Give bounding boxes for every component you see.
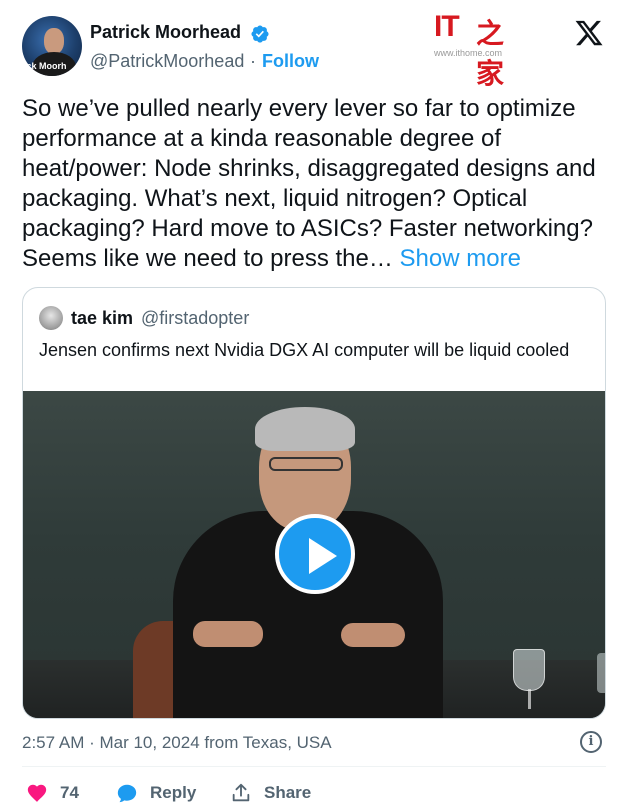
like-count: 74 xyxy=(60,783,79,802)
speaker-hand-left xyxy=(193,621,263,647)
author-name[interactable]: Patrick Moorhead xyxy=(90,22,241,43)
quoted-author-handle[interactable]: @firstadopter xyxy=(141,308,249,329)
ithome-watermark: IT 之家 www.ithome.com xyxy=(430,10,520,90)
reply-bubble-icon xyxy=(117,784,137,803)
tweet-card: ick Moorh Patrick Moorhead @PatrickMoorh… xyxy=(0,0,626,812)
author-handle[interactable]: @PatrickMoorhead xyxy=(90,51,244,72)
tweet-timestamp[interactable]: 2:57 AM · Mar 10, 2024 from Texas, USA xyxy=(22,733,332,753)
like-button[interactable]: 74 xyxy=(26,780,79,806)
tweet-text: So we’ve pulled nearly every lever so fa… xyxy=(22,94,612,274)
heart-icon xyxy=(27,784,47,802)
ithome-url: www.ithome.com xyxy=(434,48,503,58)
info-icon[interactable]: i xyxy=(580,731,602,753)
video-thumbnail[interactable] xyxy=(23,391,605,718)
speaker-hand-right xyxy=(341,623,405,647)
x-logo-icon[interactable] xyxy=(574,18,604,48)
follow-button[interactable]: Follow xyxy=(262,51,319,72)
quoted-tweet-text: Jensen confirms next Nvidia DGX AI compu… xyxy=(39,340,570,360)
quoted-author-name[interactable]: tae kim xyxy=(71,308,133,329)
share-button[interactable]: Share xyxy=(230,780,311,806)
quoted-tweet[interactable]: tae kim @firstadopter Jensen confirms ne… xyxy=(22,287,606,719)
verified-badge-icon xyxy=(251,25,269,43)
play-button[interactable] xyxy=(275,514,355,594)
speaker-hair xyxy=(255,407,355,451)
author-avatar[interactable]: ick Moorh xyxy=(22,16,82,76)
water-glass xyxy=(513,649,545,691)
show-more-link[interactable]: Show more xyxy=(400,245,521,272)
play-icon xyxy=(309,538,337,574)
reply-label: Reply xyxy=(150,783,197,802)
share-upload-icon xyxy=(232,783,250,802)
quoted-avatar[interactable] xyxy=(39,306,63,330)
avatar-caption: ick Moorh xyxy=(24,61,67,71)
speaker-glasses xyxy=(269,457,343,471)
share-label: Share xyxy=(264,783,312,802)
water-glass-right xyxy=(597,653,605,693)
avatar-face xyxy=(44,28,64,54)
water-glass-stem xyxy=(528,689,531,709)
divider xyxy=(22,766,606,767)
separator-dot: · xyxy=(250,51,256,71)
reply-button[interactable]: Reply xyxy=(116,780,196,806)
ithome-logo-it: IT xyxy=(434,10,460,43)
